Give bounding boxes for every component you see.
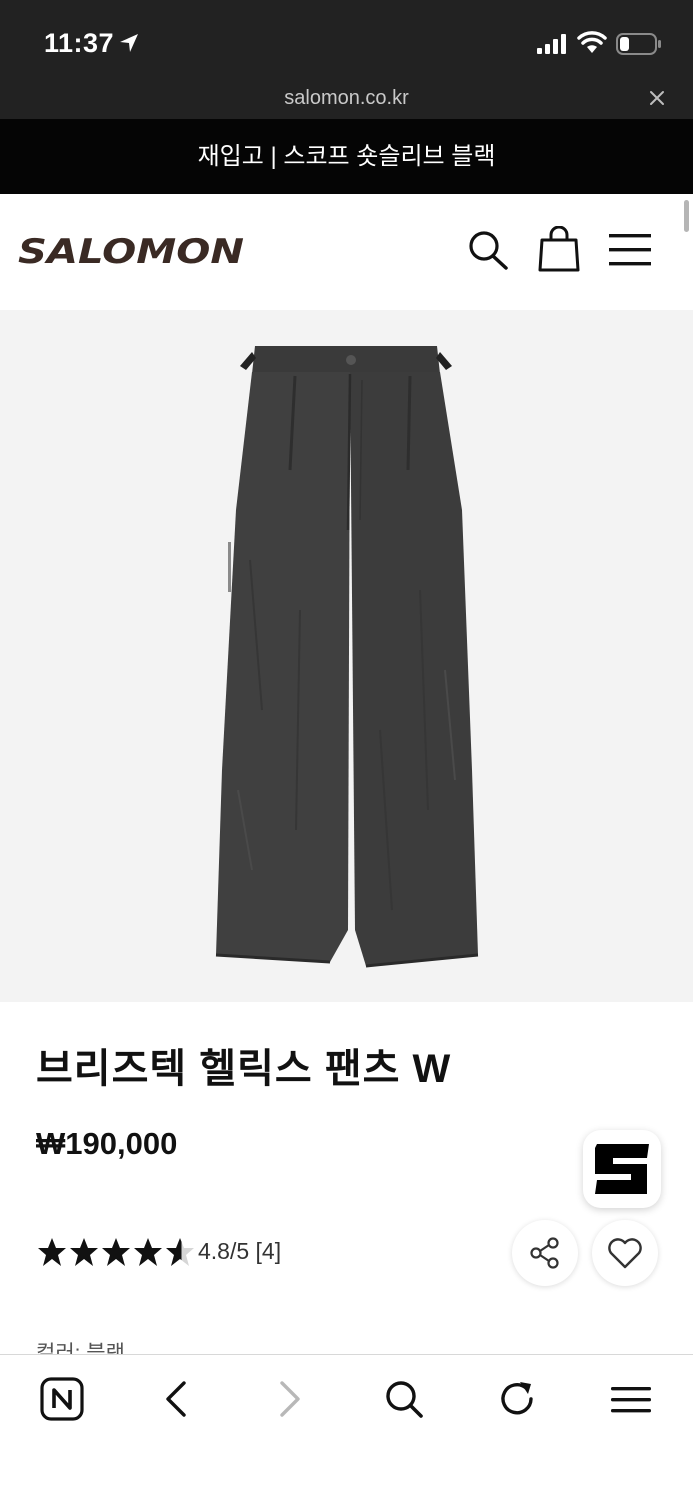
- rating-stars: [38, 1238, 194, 1266]
- product-price: ₩190,000: [36, 1126, 178, 1161]
- pants-image: [215, 346, 479, 968]
- star-5: [166, 1238, 194, 1266]
- wishlist-button[interactable]: [592, 1220, 658, 1286]
- rating-text[interactable]: 4.8/5 [4]: [198, 1238, 281, 1265]
- promo-banner[interactable]: 재입고 | 스코프 숏슬리브 블랙: [0, 119, 693, 194]
- share-button[interactable]: [512, 1220, 578, 1286]
- color-label-text: 컬러: 블랙: [36, 1342, 125, 1354]
- scroll-indicator[interactable]: [684, 200, 689, 232]
- star-3: [102, 1238, 130, 1266]
- url-domain[interactable]: salomon.co.kr: [0, 88, 693, 108]
- close-icon[interactable]: [649, 90, 665, 106]
- s-logo-icon: [595, 1144, 649, 1194]
- forward-icon[interactable]: [276, 1379, 304, 1419]
- menu-icon[interactable]: [610, 1385, 652, 1415]
- star-1: [38, 1238, 66, 1266]
- heart-icon: [608, 1238, 642, 1269]
- logo-text: SALOMON: [18, 232, 244, 268]
- product-title: 브리즈텍 헬릭스 팬츠 W: [36, 1047, 452, 1091]
- browser-toolbar: [0, 1354, 693, 1500]
- location-arrow-icon: [120, 34, 138, 52]
- signal-icon: [537, 34, 566, 54]
- star-2: [70, 1238, 98, 1266]
- browser-url-bar[interactable]: salomon.co.kr: [0, 88, 693, 119]
- refresh-icon[interactable]: [498, 1379, 538, 1419]
- status-bar: 11:37: [0, 0, 693, 88]
- star-4: [134, 1238, 162, 1266]
- color-label-partial: 컬러: 블랙: [36, 1336, 236, 1354]
- search-icon[interactable]: [467, 230, 509, 270]
- status-time: 11:37: [44, 28, 115, 58]
- hamburger-menu-icon[interactable]: [607, 231, 653, 269]
- shopping-bag-icon[interactable]: [538, 226, 580, 272]
- product-image[interactable]: [0, 310, 693, 1002]
- site-header: SALOMON: [0, 194, 693, 310]
- naver-home-icon[interactable]: [40, 1377, 84, 1421]
- brand-s-button[interactable]: [583, 1130, 661, 1208]
- back-icon[interactable]: [162, 1379, 190, 1419]
- wifi-icon: [577, 31, 607, 53]
- share-icon: [530, 1237, 559, 1269]
- salomon-logo[interactable]: SALOMON: [18, 232, 246, 268]
- battery-icon: [616, 33, 661, 55]
- search-icon[interactable]: [384, 1378, 424, 1420]
